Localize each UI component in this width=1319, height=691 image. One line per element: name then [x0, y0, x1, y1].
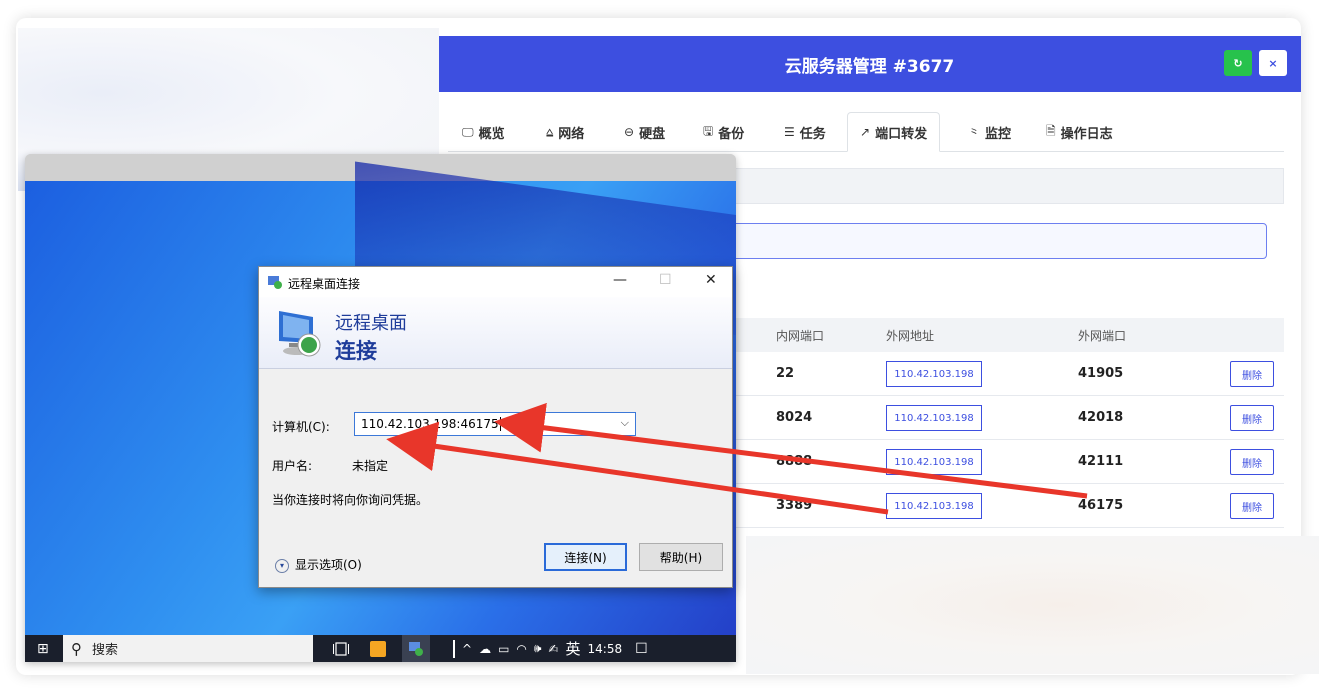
arrow-to-computer-field	[386, 421, 889, 515]
annotation-arrows	[386, 402, 1088, 515]
arrow-to-computer-field	[494, 402, 1088, 499]
